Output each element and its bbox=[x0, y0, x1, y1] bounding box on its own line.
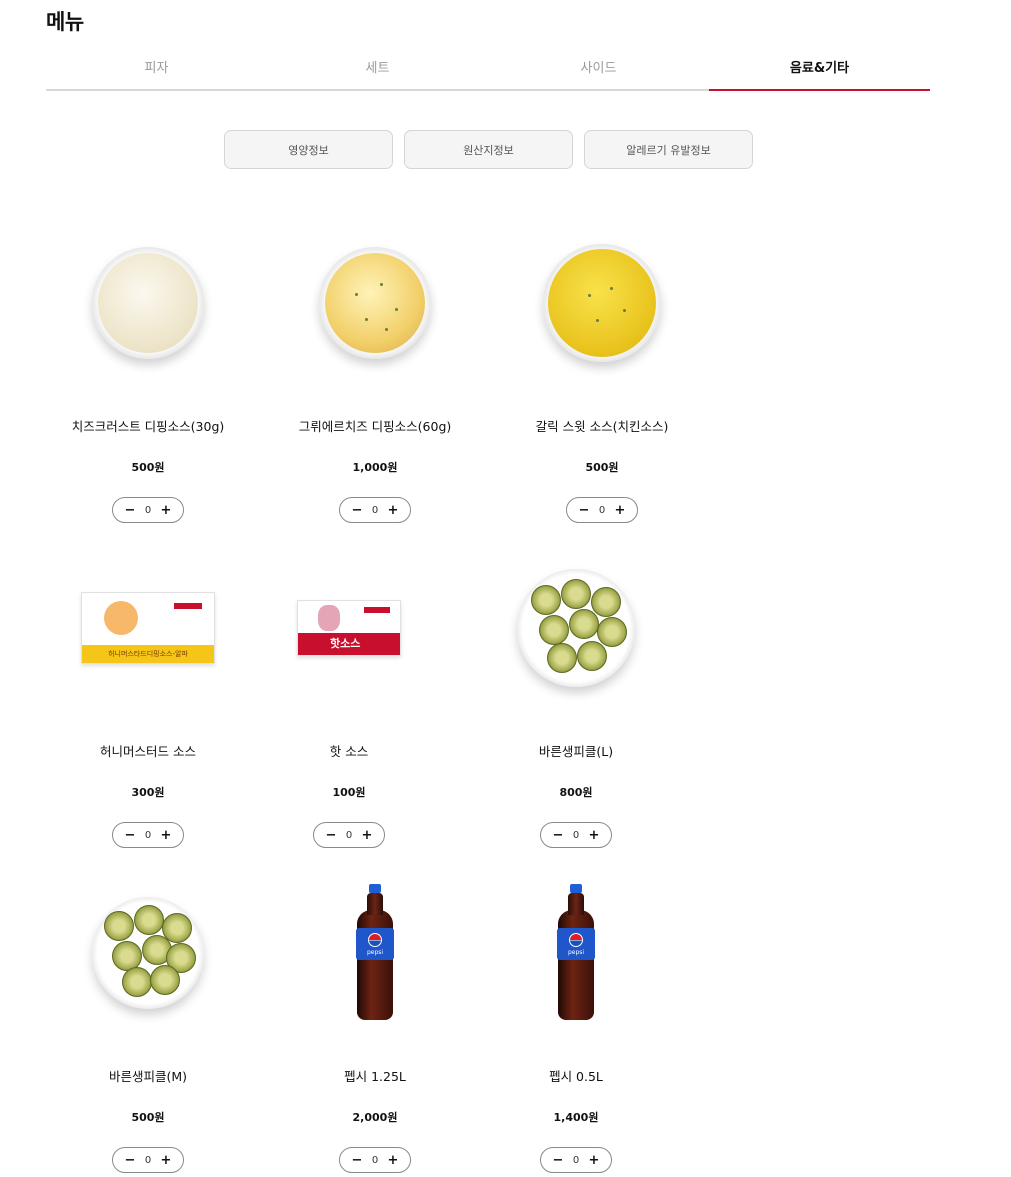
plus-button[interactable]: + bbox=[159, 503, 173, 518]
product-name: 바른생피클(M) bbox=[108, 1069, 188, 1084]
product-name: 펩시 0.5L bbox=[549, 1069, 603, 1084]
quantity-stepper: − 0 + bbox=[112, 1147, 184, 1173]
minus-button[interactable]: − bbox=[123, 828, 137, 843]
product-name: 펩시 1.25L bbox=[344, 1069, 406, 1084]
product-price: 1,400원 bbox=[553, 1111, 599, 1124]
minus-button[interactable]: − bbox=[350, 503, 364, 518]
quantity-value: 0 bbox=[572, 1154, 580, 1166]
quantity-value: 0 bbox=[345, 829, 353, 841]
quantity-stepper: − 0 + bbox=[339, 1147, 411, 1173]
pepsi-bottle-image: pepsi bbox=[353, 884, 397, 1022]
tab-set[interactable]: 세트 bbox=[267, 56, 488, 89]
plus-button[interactable]: + bbox=[613, 503, 627, 518]
tab-drinks-etc[interactable]: 음료&기타 bbox=[709, 56, 930, 91]
quantity-stepper: − 0 + bbox=[313, 822, 385, 848]
product-image[interactable] bbox=[476, 553, 676, 703]
quantity-value: 0 bbox=[371, 504, 379, 516]
page-title: 메뉴 bbox=[46, 10, 84, 34]
quantity-value: 0 bbox=[144, 504, 152, 516]
product-card: 치즈크러스트 디핑소스(30g) 500원 − 0 + bbox=[48, 228, 248, 523]
info-button-group: 영양정보 원산지정보 알레르기 유발정보 bbox=[224, 130, 753, 169]
product-price: 500원 bbox=[131, 1111, 165, 1124]
plus-button[interactable]: + bbox=[360, 828, 374, 843]
quantity-value: 0 bbox=[598, 504, 606, 516]
pepsi-logo-icon bbox=[368, 932, 382, 947]
product-price: 2,000원 bbox=[352, 1111, 398, 1124]
product-name: 허니머스터드 소스 bbox=[100, 744, 196, 759]
product-image[interactable]: 핫소스 bbox=[249, 553, 449, 703]
plus-button[interactable]: + bbox=[159, 828, 173, 843]
menu-tabs: 피자 세트 사이드 음료&기타 bbox=[46, 56, 930, 91]
pickle-bowl-image bbox=[517, 569, 635, 687]
pickle-bowl-image bbox=[92, 897, 204, 1009]
origin-info-button[interactable]: 원산지정보 bbox=[404, 130, 573, 169]
plus-button[interactable]: + bbox=[386, 503, 400, 518]
quantity-stepper: − 0 + bbox=[540, 1147, 612, 1173]
product-name: 그뤼에르치즈 디핑소스(60g) bbox=[298, 419, 452, 434]
quantity-stepper: − 0 + bbox=[112, 497, 184, 523]
product-price: 300원 bbox=[131, 786, 165, 799]
quantity-stepper: − 0 + bbox=[339, 497, 411, 523]
pepsi-bottle-image: pepsi bbox=[554, 884, 598, 1022]
product-card: 허니머스타드디핑소스-알파 허니머스터드 소스 300원 − 0 + bbox=[48, 553, 248, 848]
quantity-value: 0 bbox=[144, 829, 152, 841]
product-price: 100원 bbox=[332, 786, 366, 799]
minus-button[interactable]: − bbox=[551, 1153, 565, 1168]
minus-button[interactable]: − bbox=[350, 1153, 364, 1168]
product-price: 800원 bbox=[559, 786, 593, 799]
product-name: 핫 소스 bbox=[329, 744, 369, 759]
plus-button[interactable]: + bbox=[386, 1153, 400, 1168]
quantity-stepper: − 0 + bbox=[566, 497, 638, 523]
plus-button[interactable]: + bbox=[587, 1153, 601, 1168]
cheese-sauce-bowl-image bbox=[319, 247, 431, 359]
product-card: 핫소스 핫 소스 100원 − 0 + bbox=[249, 553, 449, 848]
product-card: 바른생피클(M) 500원 − 0 + bbox=[48, 878, 248, 1173]
quantity-stepper: − 0 + bbox=[540, 822, 612, 848]
quantity-value: 0 bbox=[144, 1154, 152, 1166]
product-price: 500원 bbox=[131, 461, 165, 474]
product-price: 1,000원 bbox=[352, 461, 398, 474]
product-price: 500원 bbox=[585, 461, 619, 474]
product-image[interactable]: 허니머스타드디핑소스-알파 bbox=[48, 553, 248, 703]
nutrition-info-button[interactable]: 영양정보 bbox=[224, 130, 393, 169]
product-image[interactable] bbox=[48, 228, 248, 378]
product-image[interactable]: pepsi bbox=[275, 878, 475, 1028]
minus-button[interactable]: − bbox=[551, 828, 565, 843]
plus-button[interactable]: + bbox=[159, 1153, 173, 1168]
hot-sauce-sachet-image: 핫소스 bbox=[297, 600, 401, 656]
minus-button[interactable]: − bbox=[577, 503, 591, 518]
mustard-sachet-image: 허니머스타드디핑소스-알파 bbox=[81, 592, 215, 664]
quantity-value: 0 bbox=[371, 1154, 379, 1166]
product-image[interactable] bbox=[275, 228, 475, 378]
product-card: 갈릭 스윗 소스(치킨소스) 500원 − 0 + bbox=[502, 228, 702, 523]
tab-side[interactable]: 사이드 bbox=[488, 56, 709, 89]
minus-button[interactable]: − bbox=[324, 828, 338, 843]
minus-button[interactable]: − bbox=[123, 1153, 137, 1168]
quantity-value: 0 bbox=[572, 829, 580, 841]
product-card: 그뤼에르치즈 디핑소스(60g) 1,000원 − 0 + bbox=[275, 228, 475, 523]
product-image[interactable] bbox=[502, 228, 702, 378]
product-card: 바른생피클(L) 800원 − 0 + bbox=[476, 553, 676, 848]
quantity-stepper: − 0 + bbox=[112, 822, 184, 848]
product-name: 바른생피클(L) bbox=[538, 744, 614, 759]
pepsi-logo-icon bbox=[569, 932, 583, 947]
allergy-info-button[interactable]: 알레르기 유발정보 bbox=[584, 130, 753, 169]
cream-sauce-bowl-image bbox=[92, 247, 204, 359]
minus-button[interactable]: − bbox=[123, 503, 137, 518]
product-image[interactable] bbox=[48, 878, 248, 1028]
garlic-sauce-bowl-image bbox=[543, 244, 661, 362]
tab-pizza[interactable]: 피자 bbox=[46, 56, 267, 89]
product-card: pepsi 펩시 1.25L 2,000원 − 0 + bbox=[275, 878, 475, 1173]
plus-button[interactable]: + bbox=[587, 828, 601, 843]
product-image[interactable]: pepsi bbox=[476, 878, 676, 1028]
product-name: 치즈크러스트 디핑소스(30g) bbox=[71, 419, 225, 434]
product-name: 갈릭 스윗 소스(치킨소스) bbox=[535, 419, 669, 434]
product-card: pepsi 펩시 0.5L 1,400원 − 0 + bbox=[476, 878, 676, 1173]
